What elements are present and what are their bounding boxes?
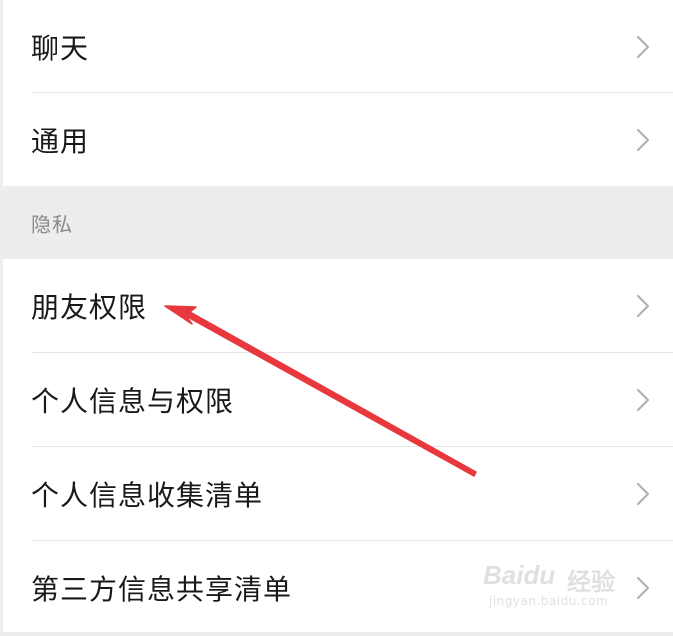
bottom-edge (3, 632, 673, 636)
chevron-right-icon (636, 482, 650, 505)
settings-item-label: 朋友权限 (31, 290, 148, 324)
chevron-right-icon (636, 128, 650, 151)
section-title: 隐私 (31, 212, 73, 236)
section-header-privacy: 隐私 (3, 186, 673, 259)
settings-item-label: 个人信息与权限 (31, 384, 235, 418)
chevron-right-icon (636, 294, 650, 317)
settings-item-personal-info-collection-list[interactable]: 个人信息收集清单 (3, 447, 673, 540)
chevron-right-icon (636, 35, 650, 58)
settings-item-label: 第三方信息共享清单 (31, 572, 293, 606)
chevron-right-icon (636, 388, 650, 411)
settings-item-label: 通用 (31, 124, 90, 158)
settings-item-chat[interactable]: 聊天 (3, 0, 673, 93)
settings-item-personal-info-permissions[interactable]: 个人信息与权限 (3, 353, 673, 446)
settings-item-third-party-sharing-list[interactable]: 第三方信息共享清单 (3, 541, 673, 634)
settings-screen: 聊天 通用 隐私 朋友权限 个人信息与权限 个人信息收集清单 第三方信息共享清单… (0, 0, 673, 636)
settings-item-label: 个人信息收集清单 (31, 478, 264, 512)
settings-item-friend-permissions[interactable]: 朋友权限 (3, 259, 673, 352)
settings-item-general[interactable]: 通用 (3, 93, 673, 186)
settings-item-label: 聊天 (31, 31, 90, 65)
chevron-right-icon (636, 576, 650, 599)
